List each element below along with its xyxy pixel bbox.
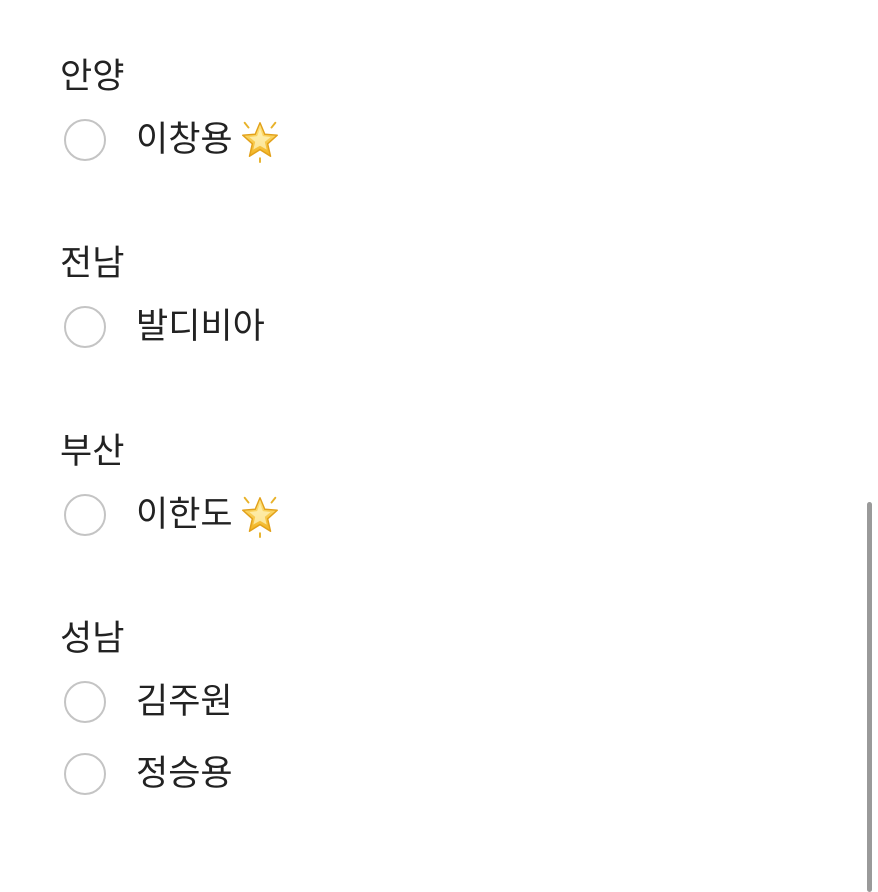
radio-button[interactable] bbox=[64, 119, 106, 161]
option-label-wrapper: 정승용 bbox=[136, 752, 233, 796]
option-label-wrapper: 이한도 bbox=[136, 492, 283, 538]
option-label-wrapper: 김주원 bbox=[136, 680, 233, 724]
option-label-wrapper: 이창용 bbox=[136, 117, 283, 163]
option-label: 정승용 bbox=[136, 754, 233, 794]
question-group-jeonnam: 전남 발디비아 bbox=[60, 241, 820, 363]
question-group-seongnam: 성남 김주원 정승용 bbox=[60, 616, 820, 810]
vertical-scrollbar[interactable] bbox=[867, 502, 872, 892]
radio-button[interactable] bbox=[64, 753, 106, 795]
option-label: 발디비아 bbox=[136, 307, 265, 347]
radio-button[interactable] bbox=[64, 306, 106, 348]
group-title: 전남 bbox=[60, 244, 125, 284]
question-group-busan: 부산 이한도 bbox=[60, 429, 820, 551]
option-label: 이한도 bbox=[136, 495, 233, 535]
group-title: 성남 bbox=[60, 619, 125, 659]
radio-option[interactable]: 김주원 bbox=[60, 666, 820, 738]
radio-button[interactable] bbox=[64, 494, 106, 536]
radio-option[interactable]: 이창용 bbox=[60, 104, 820, 176]
radio-option[interactable]: 정승용 bbox=[60, 738, 820, 810]
radio-button[interactable] bbox=[64, 681, 106, 723]
group-title: 부산 bbox=[60, 432, 125, 472]
option-label: 이창용 bbox=[136, 120, 233, 160]
option-label: 김주원 bbox=[136, 682, 233, 722]
radio-option[interactable]: 발디비아 bbox=[60, 291, 820, 363]
glowing-star-icon bbox=[237, 117, 283, 163]
question-group-anyang: 안양 이창용 bbox=[60, 54, 820, 176]
group-title: 안양 bbox=[60, 57, 125, 97]
radio-option[interactable]: 이한도 bbox=[60, 479, 820, 551]
option-label-wrapper: 발디비아 bbox=[136, 305, 265, 349]
glowing-star-icon bbox=[237, 492, 283, 538]
